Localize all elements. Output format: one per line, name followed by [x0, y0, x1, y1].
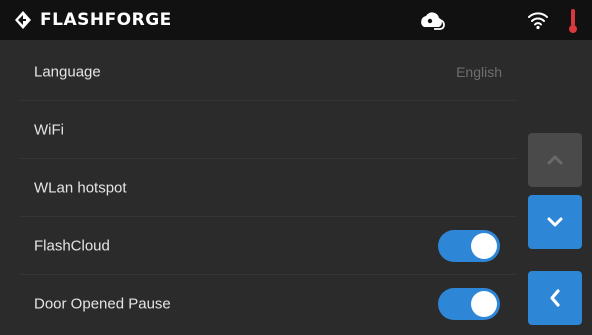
setting-row-wlan-hotspot[interactable]: WLan hotspot	[20, 159, 516, 217]
setting-row-door-opened-pause: Door Opened Pause	[20, 275, 516, 333]
setting-row-language[interactable]: Language English	[20, 43, 516, 101]
setting-label-wlan-hotspot: WLan hotspot	[34, 179, 127, 196]
setting-label-language: Language	[34, 63, 101, 80]
thermometer-icon	[569, 9, 577, 33]
setting-label-door-opened-pause: Door Opened Pause	[34, 295, 171, 313]
toggle-knob	[471, 291, 497, 317]
brand-name: FLASHFORGE	[40, 10, 172, 30]
chevron-left-icon	[550, 289, 560, 307]
back-button[interactable]	[528, 271, 582, 325]
chevron-up-icon	[547, 155, 563, 165]
wifi-icon	[528, 12, 548, 30]
setting-label-flashcloud: FlashCloud	[34, 237, 110, 254]
chevron-down-icon	[547, 217, 563, 227]
settings-list: Language English WiFi WLan hotspot Flash…	[20, 43, 516, 333]
cloud-status-icon[interactable]	[418, 9, 450, 33]
setting-row-flashcloud: FlashCloud	[20, 217, 516, 275]
setting-value-language: English	[456, 63, 502, 80]
top-bar: FLASHFORGE	[0, 0, 592, 40]
setting-label-wifi: WiFi	[34, 121, 64, 138]
flashforge-logo-icon	[15, 11, 31, 29]
door-opened-pause-toggle[interactable]	[438, 288, 500, 320]
setting-row-wifi[interactable]: WiFi	[20, 101, 516, 159]
scroll-up-button[interactable]	[528, 133, 582, 187]
flashcloud-toggle[interactable]	[438, 229, 500, 262]
toggle-knob	[471, 232, 497, 259]
brand: FLASHFORGE	[14, 0, 172, 40]
scroll-down-button[interactable]	[528, 195, 582, 249]
